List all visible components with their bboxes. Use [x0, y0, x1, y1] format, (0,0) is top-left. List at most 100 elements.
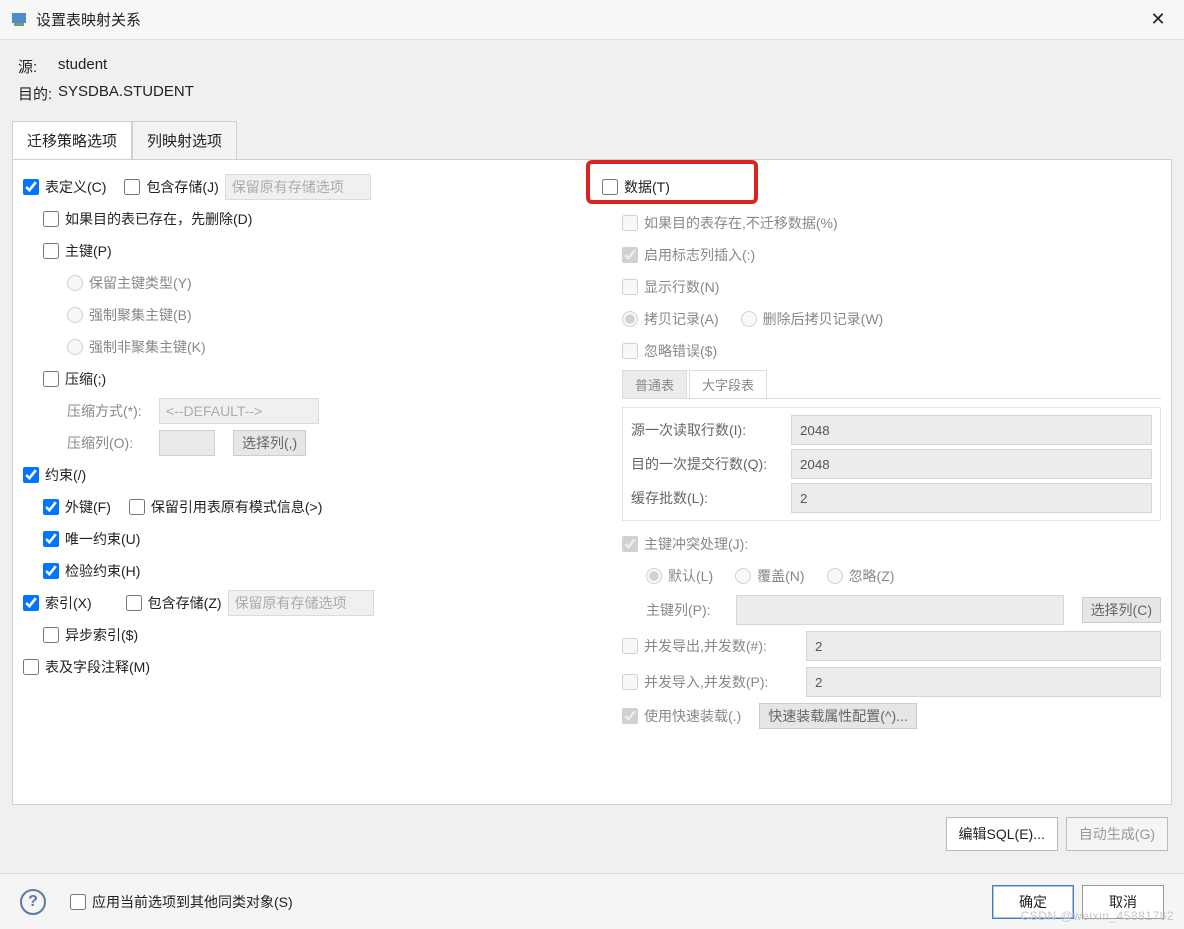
tf-dst-commit-rows[interactable]: [791, 449, 1152, 479]
cb-unique[interactable]: [43, 531, 59, 547]
lbl-keep-ref-schema: 保留引用表原有模式信息(>): [151, 497, 323, 517]
lbl-delete-then-copy: 删除后拷贝记录(W): [763, 309, 884, 329]
target-label: 目的:: [18, 83, 58, 104]
rb-delete-then-copy[interactable]: [741, 311, 757, 327]
lbl-keep-pk-type: 保留主键类型(Y): [89, 273, 192, 293]
right-column: 数据(T) 如果目的表存在,不迁移数据(%) 启用标志列插入(:) 显示行数(N…: [592, 160, 1171, 804]
cb-show-rows[interactable]: [622, 279, 638, 295]
lbl-constraint: 约束(/): [45, 465, 86, 485]
lbl-data: 数据(T): [624, 177, 670, 197]
lbl-table-def: 表定义(C): [45, 177, 106, 197]
btn-edit-sql[interactable]: 编辑SQL(E)...: [946, 817, 1058, 851]
tf-cache-batches[interactable]: [791, 483, 1152, 513]
cb-identity-insert[interactable]: [622, 247, 638, 263]
lbl-async-index: 异步索引($): [65, 625, 138, 645]
cb-include-storage-z[interactable]: [126, 595, 142, 611]
cb-pk-conflict[interactable]: [622, 536, 638, 552]
cb-include-storage-j[interactable]: [124, 179, 140, 195]
lbl-compress-cols: 压缩列(O):: [67, 433, 153, 453]
dd-compress-mode[interactable]: <--DEFAULT-->: [159, 398, 319, 424]
lbl-check: 检验约束(H): [65, 561, 140, 581]
lbl-compress-mode: 压缩方式(*):: [67, 401, 153, 421]
lbl-if-exists-nomigrate: 如果目的表存在,不迁移数据(%): [644, 213, 838, 233]
cb-delete-if-exists[interactable]: [43, 211, 59, 227]
footer-buttons: 编辑SQL(E)... 自动生成(G): [0, 805, 1184, 863]
cb-compress[interactable]: [43, 371, 59, 387]
help-icon[interactable]: ?: [20, 889, 46, 915]
lbl-pk-default: 默认(L): [668, 566, 713, 586]
lbl-ignore-err: 忽略错误($): [644, 341, 717, 361]
subtab-normal[interactable]: 普通表: [622, 370, 687, 398]
tf-src-read-rows[interactable]: [791, 415, 1152, 445]
dd-storage-options-z[interactable]: 保留原有存储选项: [228, 590, 374, 616]
btn-auto-gen[interactable]: 自动生成(G): [1066, 817, 1168, 851]
btn-select-cols-pk[interactable]: 选择列(C): [1082, 597, 1161, 623]
tab-migration[interactable]: 迁移策略选项: [12, 121, 132, 160]
cb-pk[interactable]: [43, 243, 59, 259]
tab-column-map[interactable]: 列映射选项: [132, 121, 237, 160]
lbl-unique: 唯一约束(U): [65, 529, 140, 549]
lbl-show-rows: 显示行数(N): [644, 277, 719, 297]
lbl-parallel-import: 并发导入,并发数(P):: [644, 672, 800, 692]
lbl-force-noncluster-pk: 强制非聚集主键(K): [89, 337, 206, 357]
rb-pk-ignore[interactable]: [827, 568, 843, 584]
rb-force-cluster-pk[interactable]: [67, 307, 83, 323]
lbl-include-storage-j: 包含存储(J): [146, 177, 218, 197]
cb-keep-ref-schema[interactable]: [129, 499, 145, 515]
cb-parallel-export[interactable]: [622, 638, 638, 654]
btn-ok[interactable]: 确定: [992, 885, 1074, 919]
target-value: SYSDBA.STUDENT: [58, 83, 194, 104]
cb-check[interactable]: [43, 563, 59, 579]
lbl-identity-insert: 启用标志列插入(:): [644, 245, 755, 265]
lbl-force-cluster-pk: 强制聚集主键(B): [89, 305, 192, 325]
lbl-pk-conflict: 主键冲突处理(J):: [644, 534, 748, 554]
subtab-lob[interactable]: 大字段表: [689, 370, 767, 398]
lbl-pk-col: 主键列(P):: [646, 600, 730, 620]
btn-select-cols-compress[interactable]: 选择列(,): [233, 430, 306, 456]
rb-force-noncluster-pk[interactable]: [67, 339, 83, 355]
lbl-fast-load: 使用快速装载(.): [644, 706, 741, 726]
btn-fast-load-cfg[interactable]: 快速装载属性配置(^)...: [759, 703, 917, 729]
tf-parallel-export[interactable]: [806, 631, 1161, 661]
lbl-src-read-rows: 源一次读取行数(I):: [631, 420, 791, 440]
rb-copy-record[interactable]: [622, 311, 638, 327]
cb-parallel-import[interactable]: [622, 674, 638, 690]
btn-cancel[interactable]: 取消: [1082, 885, 1164, 919]
dd-storage-options-j[interactable]: 保留原有存储选项: [225, 174, 371, 200]
cb-table-def[interactable]: [23, 179, 39, 195]
mapping-meta: 源: student 目的: SYSDBA.STUDENT: [0, 40, 1184, 114]
lbl-comment: 表及字段注释(M): [45, 657, 150, 677]
cb-constraint[interactable]: [23, 467, 39, 483]
cb-async-index[interactable]: [43, 627, 59, 643]
params-block: 源一次读取行数(I): 目的一次提交行数(Q): 缓存批数(L):: [622, 407, 1161, 521]
window-title: 设置表映射关系: [36, 9, 141, 30]
lbl-apply-all: 应用当前选项到其他同类对象(S): [92, 892, 293, 912]
cb-index[interactable]: [23, 595, 39, 611]
source-value: student: [58, 56, 107, 77]
main-tabs: 迁移策略选项 列映射选项: [12, 120, 1172, 159]
lbl-pk: 主键(P): [65, 241, 112, 261]
tf-pk-col[interactable]: [736, 595, 1064, 625]
cb-comment[interactable]: [23, 659, 39, 675]
titlebar: 设置表映射关系 ✕: [0, 0, 1184, 40]
rb-pk-default[interactable]: [646, 568, 662, 584]
options-panel: 表定义(C) 包含存储(J) 保留原有存储选项 如果目的表已存在，先删除(D) …: [12, 159, 1172, 805]
cb-fk[interactable]: [43, 499, 59, 515]
cb-apply-all[interactable]: [70, 894, 86, 910]
cb-if-exists-nomigrate[interactable]: [622, 215, 638, 231]
rb-pk-override[interactable]: [735, 568, 751, 584]
lbl-pk-override: 覆盖(N): [757, 566, 804, 586]
cb-fast-load[interactable]: [622, 708, 638, 724]
source-label: 源:: [18, 56, 58, 77]
cb-ignore-err[interactable]: [622, 343, 638, 359]
lbl-index: 索引(X): [45, 593, 92, 613]
cb-data[interactable]: [602, 179, 618, 195]
lbl-copy-record: 拷贝记录(A): [644, 309, 719, 329]
tf-parallel-import[interactable]: [806, 667, 1161, 697]
tf-compress-cols[interactable]: [159, 430, 215, 456]
lbl-dst-commit-rows: 目的一次提交行数(Q):: [631, 454, 791, 474]
left-column: 表定义(C) 包含存储(J) 保留原有存储选项 如果目的表已存在，先删除(D) …: [13, 160, 592, 804]
close-icon[interactable]: ✕: [1144, 9, 1172, 30]
app-icon: [12, 12, 28, 28]
rb-keep-pk-type[interactable]: [67, 275, 83, 291]
